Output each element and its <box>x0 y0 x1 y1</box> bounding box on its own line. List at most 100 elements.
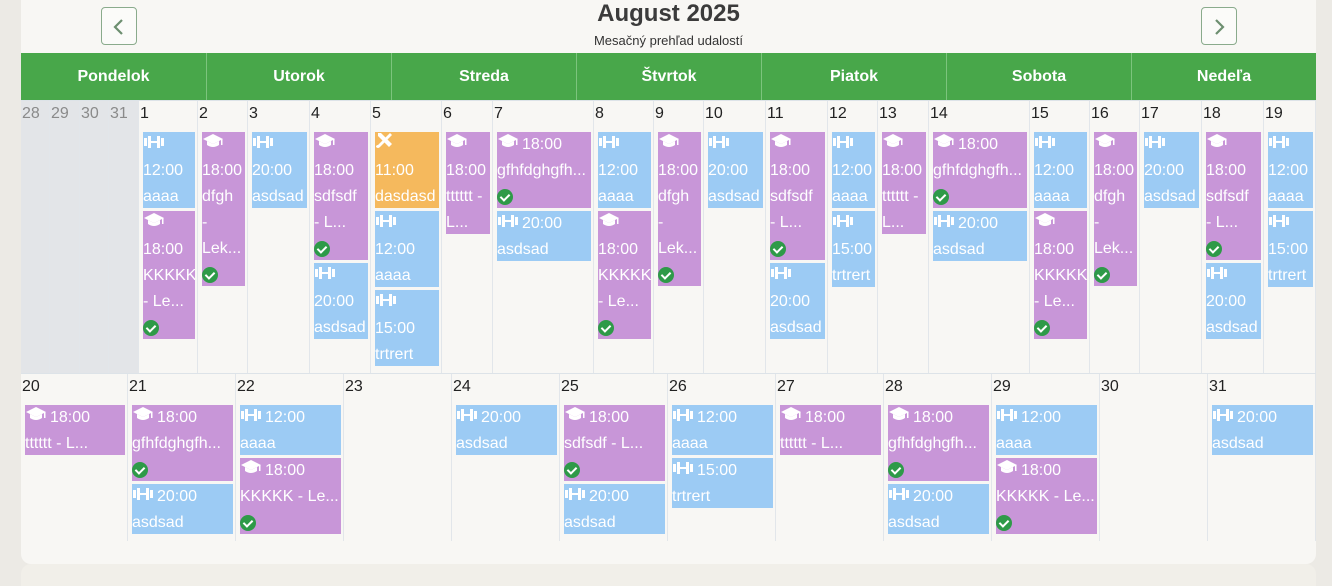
event-repair[interactable]: 11:00 dasdasd <box>375 132 439 208</box>
event-training[interactable]: 12:00 aaaa <box>996 405 1097 455</box>
day-cell[interactable]: 11 18:00 sdfsdf - L... 20:00 asdsad <box>766 101 828 374</box>
day-cell[interactable]: 30 <box>80 101 109 374</box>
day-cell[interactable]: 19 12:00 aaaa 15:00 trtrert <box>1264 101 1316 374</box>
event-time: 20:00 <box>1206 293 1247 310</box>
day-cell[interactable]: 16 18:00 dfgh - Lek... <box>1090 101 1140 374</box>
event-training[interactable]: 12:00 aaaa <box>598 132 651 208</box>
event-training[interactable]: 20:00 asdsad <box>456 405 557 455</box>
day-cell[interactable]: 30 <box>1100 374 1208 541</box>
day-cell[interactable]: 14 18:00 gfhfdghgfh... 20:00 asdsad <box>929 101 1030 374</box>
day-cell[interactable]: 13 18:00 tttttt - L... <box>878 101 929 374</box>
day-cell[interactable]: 18 18:00 sdfsdf - L... 20:00 asdsad <box>1202 101 1264 374</box>
event-lesson[interactable]: 18:00 tttttt - L... <box>25 405 125 455</box>
day-cell[interactable]: 5 11:00 dasdasd 12:00 aaaa 15:00 trtrert <box>371 101 442 374</box>
event-training[interactable]: 20:00 asdsad <box>1144 132 1199 208</box>
event-training[interactable]: 20:00 asdsad <box>933 211 1027 261</box>
event-line: 12:00 <box>375 237 439 263</box>
event-status <box>143 315 195 339</box>
event-training[interactable]: 15:00 trtrert <box>832 211 875 287</box>
week-row: 20 18:00 tttttt - L... 21 18:00 gfhfdghgfh...… <box>21 373 1316 541</box>
event-lesson[interactable]: 18:00 dfgh - Lek... <box>658 132 701 286</box>
event-lesson[interactable]: 18:00 sdfsdf - L... <box>564 405 665 481</box>
event-training[interactable]: 20:00 asdsad <box>252 132 307 208</box>
event-lesson[interactable]: 18:00 KKKKK - Le... <box>996 458 1097 534</box>
event-lesson[interactable]: 18:00 tttttt - L... <box>446 132 490 234</box>
day-cell[interactable]: 25 18:00 sdfsdf - L... 20:00 asdsad <box>560 374 668 541</box>
event-training[interactable]: 20:00 asdsad <box>314 263 368 339</box>
event-training[interactable]: 20:00 asdsad <box>1212 405 1313 455</box>
event-lesson[interactable]: 18:00 gfhfdghgfh... <box>497 132 591 208</box>
day-cell[interactable]: 6 18:00 tttttt - L... <box>442 101 493 374</box>
event-time: 12:00 <box>598 162 639 179</box>
event-lesson[interactable]: 18:00 tttttt - L... <box>882 132 926 234</box>
event-training[interactable]: 15:00 trtrert <box>1268 211 1313 287</box>
event-lesson[interactable]: 18:00 sdfsdf - L... <box>770 132 825 260</box>
day-number: 12 <box>829 105 847 122</box>
day-cell[interactable]: 2 18:00 dfgh - Lek... <box>198 101 248 374</box>
day-cell[interactable]: 20 18:00 tttttt - L... <box>21 374 128 541</box>
day-cell[interactable]: 26 12:00 aaaa 15:00 trtrert <box>668 374 776 541</box>
event-lesson[interactable]: 18:00 sdfsdf - L... <box>1206 132 1261 260</box>
event-time: 15:00 <box>832 241 873 258</box>
day-cell[interactable]: 4 18:00 sdfsdf - L... 20:00 asdsad <box>310 101 371 374</box>
day-number: 31 <box>1209 378 1227 395</box>
event-training[interactable]: 20:00 asdsad <box>708 132 763 208</box>
event-lesson[interactable]: 18:00 tttttt - L... <box>780 405 881 455</box>
event-training[interactable]: 12:00 aaaa <box>1268 132 1313 208</box>
event-lesson[interactable]: 18:00 gfhfdghgfh... <box>132 405 233 481</box>
day-cell[interactable]: 15 12:00 aaaa 18:00 KKKKK - Le... <box>1030 101 1090 374</box>
event-lesson[interactable]: 18:00 gfhfdghgfh... <box>933 132 1027 208</box>
event-lesson[interactable]: 18:00 dfgh - Lek... <box>1094 132 1137 286</box>
day-cell[interactable]: 31 20:00 asdsad <box>1208 374 1316 541</box>
event-lesson[interactable]: 18:00 KKKKK - Le... <box>143 211 195 339</box>
event-lesson[interactable]: 18:00 KKKKK - Le... <box>240 458 341 534</box>
day-cell[interactable]: 24 20:00 asdsad <box>452 374 560 541</box>
event-lesson[interactable]: 18:00 sdfsdf - L... <box>314 132 368 260</box>
day-cell[interactable]: 12 12:00 aaaa 15:00 trtrert <box>828 101 878 374</box>
event-time: 20:00 <box>913 488 954 506</box>
event-training[interactable]: 20:00 asdsad <box>497 211 591 261</box>
day-cell[interactable]: 10 20:00 asdsad <box>704 101 766 374</box>
day-cell[interactable]: 7 18:00 gfhfdghgfh... 20:00 asdsad <box>493 101 594 374</box>
event-training[interactable]: 20:00 asdsad <box>888 484 989 534</box>
event-training[interactable]: 12:00 aaaa <box>1034 132 1087 208</box>
event-lesson[interactable]: 18:00 gfhfdghgfh... <box>888 405 989 481</box>
event-training[interactable]: 20:00 asdsad <box>770 263 825 339</box>
day-cell[interactable]: 9 18:00 dfgh - Lek... <box>654 101 704 374</box>
weekday-wednesday: Streda <box>391 53 576 100</box>
event-training[interactable]: 20:00 asdsad <box>564 484 665 534</box>
event-title: trtrert <box>1268 267 1307 284</box>
event-training[interactable]: 12:00 aaaa <box>832 132 875 208</box>
event-training[interactable]: 12:00 aaaa <box>375 211 439 287</box>
day-cell[interactable]: 1 12:00 aaaa 18:00 KKKKK - Le... <box>139 101 198 374</box>
day-cell[interactable]: 29 <box>50 101 80 374</box>
day-cell[interactable]: 29 12:00 aaaa 18:00 KKKKK - Le... <box>992 374 1100 541</box>
day-cell[interactable]: 28 18:00 gfhfdghgfh... 20:00 asdsad <box>884 374 992 541</box>
day-cell[interactable]: 3 20:00 asdsad <box>248 101 310 374</box>
next-month-button[interactable] <box>1201 7 1237 45</box>
event-line <box>375 132 439 158</box>
day-cell[interactable]: 27 18:00 tttttt - L... <box>776 374 884 541</box>
event-title: L... <box>882 214 905 231</box>
day-cell[interactable]: 31 <box>109 101 139 374</box>
graduation-cap-icon <box>564 405 586 431</box>
day-cell[interactable]: 8 12:00 aaaa 18:00 KKKKK - Le... <box>594 101 654 374</box>
event-training[interactable]: 20:00 asdsad <box>132 484 233 534</box>
day-cell[interactable]: 17 20:00 asdsad <box>1140 101 1202 374</box>
event-training[interactable]: 12:00 aaaa <box>240 405 341 455</box>
event-training[interactable]: 15:00 trtrert <box>672 458 773 508</box>
day-cell[interactable]: 23 <box>344 374 452 541</box>
event-line: aaaa <box>375 263 439 287</box>
day-cell[interactable]: 28 <box>21 101 50 374</box>
event-training[interactable]: 12:00 aaaa <box>672 405 773 455</box>
event-lesson[interactable]: 18:00 KKKKK - Le... <box>1034 211 1087 339</box>
day-cell[interactable]: 22 12:00 aaaa 18:00 KKKKK - Le... <box>236 374 344 541</box>
event-training[interactable]: 12:00 aaaa <box>143 132 195 208</box>
event-lesson[interactable]: 18:00 KKKKK - Le... <box>598 211 651 339</box>
event-line: 18:00 <box>780 405 881 431</box>
event-lesson[interactable]: 18:00 dfgh - Lek... <box>202 132 245 286</box>
event-training[interactable]: 15:00 trtrert <box>375 290 439 366</box>
event-training[interactable]: 20:00 asdsad <box>1206 263 1261 339</box>
day-cell[interactable]: 21 18:00 gfhfdghgfh... 20:00 asdsad <box>128 374 236 541</box>
day-number: 23 <box>345 378 363 395</box>
